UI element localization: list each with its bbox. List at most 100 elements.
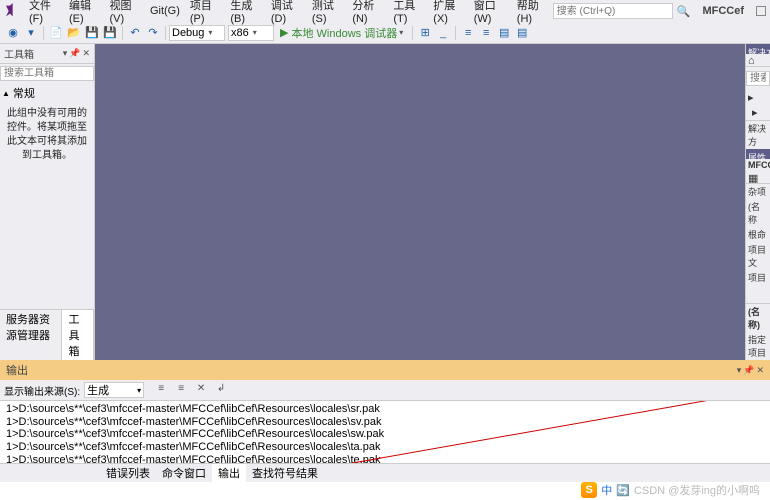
chevron-down-icon: ▾ — [208, 28, 212, 37]
menu-debug[interactable]: 调试(D) — [266, 0, 307, 27]
toolbar-redo-icon[interactable]: ↷ — [144, 24, 162, 42]
tab-toolbox[interactable]: 工具箱 — [62, 310, 94, 360]
run-debug-label: 本地 Windows 调试器 — [291, 25, 397, 41]
properties-title: 属性 — [746, 149, 770, 159]
prop-dep[interactable]: 项目 — [746, 270, 770, 285]
separator — [43, 26, 44, 40]
switch-icon: 🔄 — [616, 484, 630, 497]
chevron-down-icon: ▾ — [253, 28, 257, 37]
output-from-label: 显示输出来源(S): — [4, 383, 80, 398]
play-icon: ▶ — [280, 26, 288, 39]
toolbar-indent-right-icon[interactable]: ≡ — [477, 24, 495, 42]
output-panel: 输出 ▾ 📌 ✕ 显示输出来源(S): 生成 ▾ ≡ ≡ ✕ ↲ 1>D:\so… — [0, 360, 770, 482]
chevron-down-icon: ▾ — [399, 28, 403, 37]
toolbar-undo-icon[interactable]: ↶ — [126, 24, 144, 42]
toolbar-nav-fwd-icon[interactable]: ▾ — [22, 24, 40, 42]
output-from-value: 生成 — [87, 382, 109, 398]
panel-pin-icon[interactable]: 📌 — [69, 48, 80, 59]
output-goto-icon[interactable]: ≡ — [154, 383, 168, 397]
vs-logo-icon — [4, 2, 20, 20]
toolbox-search-input[interactable] — [0, 66, 94, 81]
toolbar-save-icon[interactable]: 💾 — [83, 24, 101, 42]
output-title-bar: 输出 ▾ 📌 ✕ — [0, 360, 770, 380]
toolbar-misc1-icon[interactable]: ⊞ — [416, 24, 434, 42]
output-title: 输出 — [6, 362, 28, 378]
output-line: 1>D:\source\s**\cef3\mfccef-master\MFCCe… — [6, 454, 764, 463]
toolbox-title-bar: 工具箱 ▾ 📌 ✕ — [0, 44, 94, 64]
toolbar-comment-icon[interactable]: ▤ — [495, 24, 513, 42]
output-wrap-icon[interactable]: ↲ — [214, 383, 228, 397]
watermark: S 中 🔄 CSDN @发芽ing的小啊呜 — [581, 482, 760, 498]
menu-bar: 文件(F) 编辑(E) 视图(V) Git(G) 项目(P) 生成(B) 调试(… — [0, 0, 770, 22]
separator — [412, 26, 413, 40]
toolbar-misc2-icon[interactable]: _ — [434, 24, 452, 42]
platform-combo[interactable]: x86 ▾ — [228, 25, 274, 41]
platform-value: x86 — [231, 27, 249, 39]
output-prev-icon[interactable]: ≡ — [174, 383, 188, 397]
output-from-combo[interactable]: 生成 ▾ — [84, 382, 144, 398]
editor-empty-area — [95, 44, 745, 360]
run-debug-button[interactable]: ▶ 本地 Windows 调试器 ▾ — [274, 25, 409, 41]
tab-error-list[interactable]: 错误列表 — [100, 464, 156, 482]
search-icon[interactable]: 🔍 — [673, 5, 695, 18]
panel-pin-icon[interactable]: 📌 — [743, 365, 754, 376]
menu-project[interactable]: 项目(P) — [185, 0, 225, 27]
tab-find-symbol[interactable]: 查找符号结果 — [246, 464, 324, 482]
config-combo[interactable]: Debug ▾ — [169, 25, 225, 41]
output-toolbar: 显示输出来源(S): 生成 ▾ ≡ ≡ ✕ ↲ — [0, 380, 770, 401]
toolbar-saveall-icon[interactable]: 💾 — [101, 24, 119, 42]
prop-name[interactable]: (名称 — [746, 199, 770, 227]
menu-test[interactable]: 测试(S) — [307, 0, 347, 27]
watermark-text: CSDN @发芽ing的小啊呜 — [634, 482, 760, 498]
toolbar-uncomment-icon[interactable]: ▤ — [513, 24, 531, 42]
standard-toolbar: ◉ ▾ 📄 📂 💾 💾 ↶ ↷ Debug ▾ x86 ▾ ▶ 本地 Windo… — [0, 22, 770, 44]
toolbox-empty-msg: 此组中没有可用的控件。将某项拖至此文本可将其添加到工具箱。 — [0, 103, 94, 167]
tab-command-window[interactable]: 命令窗口 — [156, 464, 212, 482]
toolbar-nav-back-icon[interactable]: ◉ — [4, 24, 22, 42]
categorize-icon[interactable]: ▦ — [748, 172, 758, 182]
window-control-icon[interactable] — [756, 6, 766, 16]
properties-target: MFCCe — [746, 159, 770, 171]
menu-analyze[interactable]: 分析(N) — [347, 0, 388, 27]
prop-file[interactable]: 项目文 — [746, 242, 770, 270]
search-input[interactable] — [553, 3, 673, 19]
prop-name-desc-title: (名称) — [746, 303, 770, 332]
sogou-badge-icon: S — [581, 482, 597, 498]
main-area: 工具箱 ▾ 📌 ✕ ▲ 常规 此组中没有可用的控件。将某项拖至此文本可将其添加到… — [0, 44, 770, 360]
toolbar-open-icon[interactable]: 📂 — [65, 24, 83, 42]
prop-root[interactable]: 根命 — [746, 227, 770, 242]
bottom-tab-strip: 错误列表 命令窗口 输出 查找符号结果 — [0, 463, 770, 482]
panel-close-icon[interactable]: ✕ — [756, 365, 764, 376]
toolbar-indent-left-icon[interactable]: ≡ — [459, 24, 477, 42]
panel-dropdown-icon[interactable]: ▾ — [737, 365, 742, 376]
panel-close-icon[interactable]: ✕ — [82, 48, 90, 59]
tab-solution-explorer[interactable]: 解决方 — [746, 120, 770, 149]
config-value: Debug — [172, 27, 204, 39]
toolbar-new-icon[interactable]: 📄 — [47, 24, 65, 42]
toolbox-group-header[interactable]: ▲ 常规 — [0, 83, 94, 103]
toolbox-group-label: 常规 — [13, 85, 35, 101]
misc-group-lbl[interactable]: 杂项 — [746, 183, 770, 199]
menu-git[interactable]: Git(G) — [145, 3, 185, 19]
separator — [122, 26, 123, 40]
home-icon[interactable]: ⌂ — [748, 55, 758, 65]
solution-search-input[interactable] — [746, 71, 770, 86]
left-tab-strip: 服务器资源管理器 工具箱 — [0, 309, 94, 360]
solution-explorer-title: 解决方案 — [746, 44, 770, 54]
output-text-area[interactable]: 1>D:\source\s**\cef3\mfccef-master\MFCCe… — [0, 401, 770, 463]
output-clear-icon[interactable]: ✕ — [194, 383, 208, 397]
chevron-right-icon: ▸ — [748, 91, 754, 104]
chevron-down-icon: ▾ — [137, 386, 141, 395]
right-panels: 解决方案 ⌂ ▸ ▸ 解决方 属性 MFCCe ▦ 杂项 (名称 根命 项目文 … — [745, 44, 770, 360]
prop-name-desc: 指定项目 — [746, 332, 770, 360]
panel-dropdown-icon[interactable]: ▾ — [63, 48, 68, 59]
output-line: 1>D:\source\s**\cef3\mfccef-master\MFCCe… — [6, 428, 764, 441]
tab-output[interactable]: 输出 — [212, 464, 246, 482]
solution-node[interactable]: ▸ — [746, 105, 770, 120]
separator — [165, 26, 166, 40]
solution-node[interactable]: ▸ — [746, 90, 770, 105]
project-name-label: MFCCef — [694, 5, 752, 17]
watermark-lang: 中 — [601, 482, 612, 498]
menu-build[interactable]: 生成(B) — [225, 0, 265, 27]
tab-server-explorer[interactable]: 服务器资源管理器 — [0, 310, 62, 360]
